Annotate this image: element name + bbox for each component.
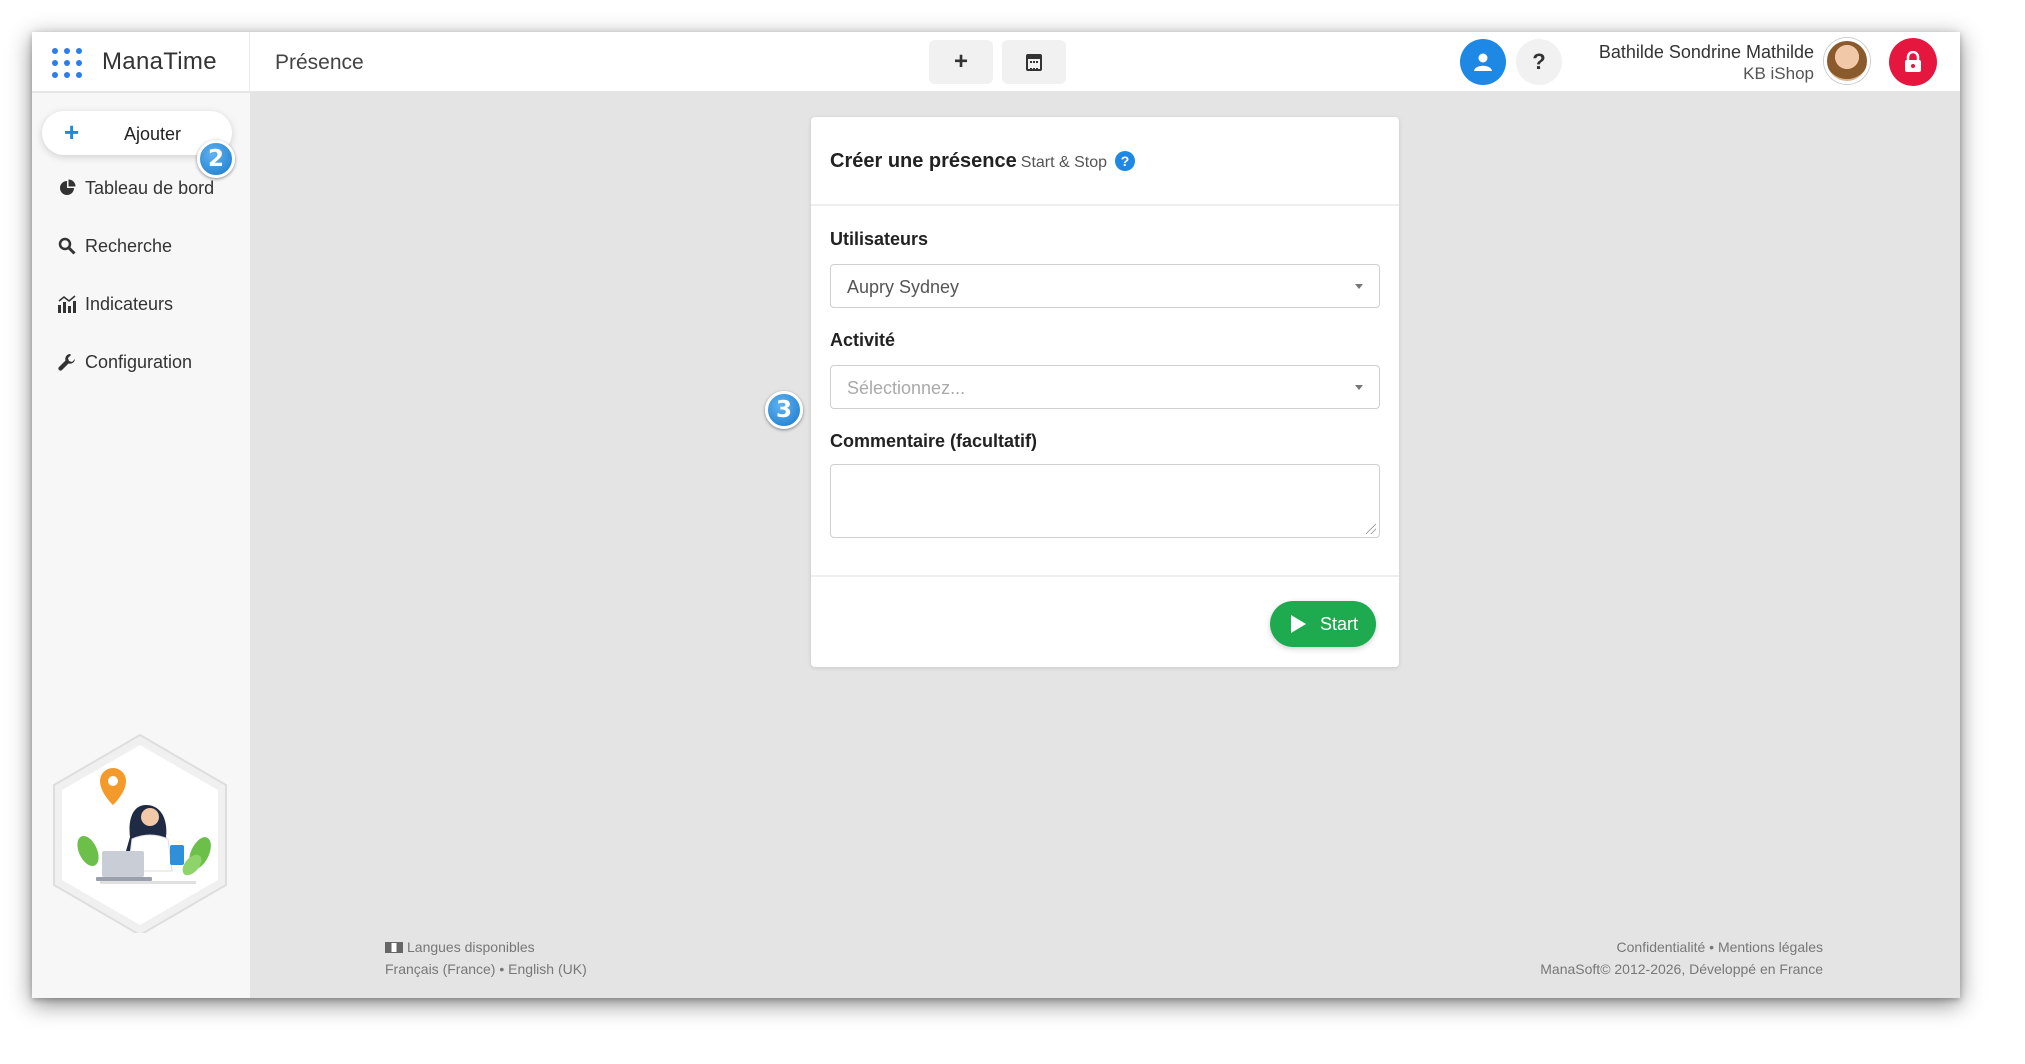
help-button[interactable]: ?: [1516, 39, 1562, 85]
language-link-fr[interactable]: Français (France): [385, 961, 495, 977]
step-badge-2: 2: [197, 140, 235, 178]
comment-textarea[interactable]: [830, 464, 1380, 538]
users-label: Utilisateurs: [830, 229, 929, 249]
dialog-subtitle: Start & Stop: [1020, 154, 1108, 171]
search-icon: [56, 235, 78, 257]
activity-select-placeholder: Sélectionnez...: [847, 378, 966, 398]
app-logo-text: ManaTime: [102, 48, 217, 75]
app-window: ManaTime Présence + ? Bathilde Sondrine …: [32, 32, 1960, 998]
resize-handle-icon[interactable]: [1366, 524, 1376, 534]
comment-label: Commentaire (facultatif): [830, 431, 1038, 451]
users-select-value: Aupry Sydney: [847, 277, 960, 297]
create-presence-dialog: Créer une présence Start & Stop? Utilisat…: [811, 117, 1399, 667]
language-link-en[interactable]: English (UK): [508, 961, 587, 977]
chevron-down-icon: [1355, 385, 1363, 390]
header-divider: [249, 32, 250, 92]
plus-icon: +: [64, 117, 80, 147]
start-button-label: Start: [1320, 614, 1359, 634]
plus-icon: +: [953, 48, 968, 75]
dialog-footer-divider: [811, 575, 1399, 577]
start-button[interactable]: Start: [1270, 601, 1376, 647]
dialog-title: Créer une présence Start & Stop?: [830, 150, 1136, 173]
sidebar: + Ajouter Tableau de bord Recherche Indi…: [32, 93, 250, 998]
sidebar-item-configuration[interactable]: Configuration: [56, 347, 192, 377]
sidebar-item-label: Tableau de bord: [85, 177, 215, 198]
chart-icon: [56, 293, 78, 315]
page-title: Présence: [275, 51, 364, 74]
sidebar-item-dashboard[interactable]: Tableau de bord: [56, 173, 214, 203]
footer-separator: •: [1709, 939, 1715, 955]
sidebar-item-indicators[interactable]: Indicateurs: [56, 289, 173, 319]
legal-links: Confidentialité • Mentions légales: [1617, 939, 1823, 955]
privacy-link[interactable]: Confidentialité: [1617, 939, 1706, 955]
logout-button[interactable]: [1889, 38, 1937, 86]
step-badge-3: 3: [765, 391, 803, 429]
copyright: ManaSoft© 2012-2026, Développé en France: [1540, 961, 1823, 977]
top-bar: ManaTime Présence + ? Bathilde Sondrine …: [32, 32, 1960, 92]
wrench-icon: [56, 351, 78, 373]
pie-chart-icon: [56, 177, 78, 199]
user-organization: KB iShop: [1743, 64, 1814, 83]
languages-label: Langues disponibles: [407, 939, 535, 955]
avatar[interactable]: [1824, 38, 1870, 84]
sidebar-item-label: Configuration: [85, 351, 193, 372]
apps-grid-icon[interactable]: [50, 46, 84, 80]
sidebar-item-search[interactable]: Recherche: [56, 231, 172, 261]
languages-heading: Langues disponibles: [385, 939, 535, 955]
dialog-title-text: Créer une présence: [830, 150, 1017, 172]
calendar-button[interactable]: [1002, 40, 1066, 84]
language-links: Français (France) • English (UK): [385, 961, 587, 977]
legal-notice-link[interactable]: Mentions légales: [1718, 939, 1823, 955]
user-profile-button[interactable]: [1460, 39, 1506, 85]
quick-add-button[interactable]: +: [929, 40, 993, 84]
sidebar-item-label: Recherche: [85, 235, 173, 256]
users-select[interactable]: Aupry Sydney: [830, 264, 1380, 308]
language-flag-icon: [385, 942, 403, 953]
chevron-down-icon: [1355, 284, 1363, 289]
presence-illustration: [53, 733, 227, 933]
sidebar-item-label: Indicateurs: [85, 293, 174, 314]
calendar-icon: [1026, 53, 1042, 71]
add-button-label: Ajouter: [124, 124, 182, 144]
help-circle-icon[interactable]: ?: [1115, 151, 1136, 171]
lock-icon: [1905, 51, 1921, 72]
user-icon: [1474, 53, 1492, 71]
activity-select[interactable]: Sélectionnez...: [830, 365, 1380, 409]
activity-label: Activité: [830, 330, 896, 350]
play-icon: [1291, 615, 1306, 633]
user-name: Bathilde Sondrine Mathilde: [1598, 42, 1814, 62]
footer-separator: •: [499, 961, 505, 977]
dialog-header-divider: [811, 204, 1399, 206]
